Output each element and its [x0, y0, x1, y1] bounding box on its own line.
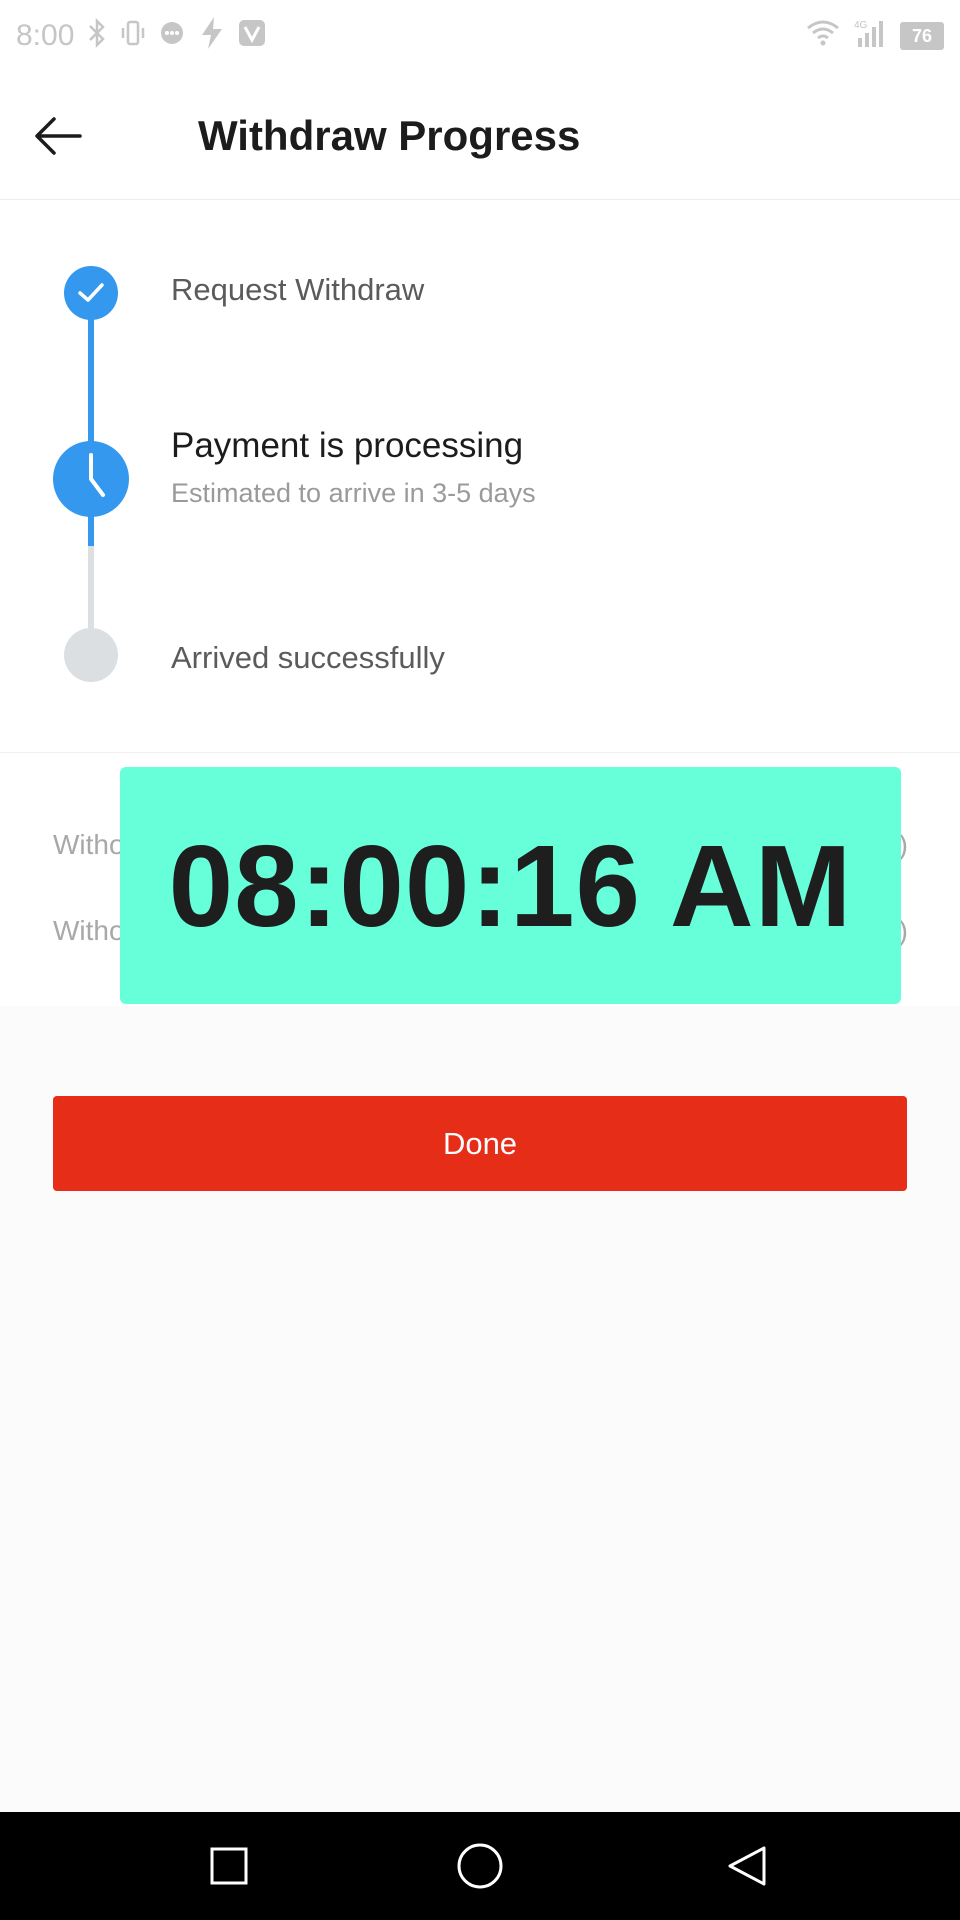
status-right: 4G 76	[806, 18, 944, 55]
network-label: 4G	[854, 20, 868, 31]
recents-button[interactable]	[193, 1830, 265, 1902]
chat-icon	[158, 19, 186, 54]
battery-icon: 76	[900, 22, 944, 50]
vibrate-icon	[120, 18, 146, 55]
wifi-icon	[806, 19, 840, 54]
nav-back-button[interactable]	[711, 1830, 783, 1902]
square-icon	[210, 1847, 248, 1885]
timestamp-overlay: 08:00:16 AM	[120, 767, 901, 1004]
v-badge-icon	[238, 19, 266, 54]
step-payment-processing: Payment is processing	[171, 426, 524, 465]
step-payment-estimate: Estimated to arrive in 3-5 days	[171, 478, 536, 508]
navigation-bar	[0, 1812, 960, 1920]
step-arrived-successfully: Arrived successfully	[171, 640, 445, 675]
home-button[interactable]	[444, 1830, 516, 1902]
app-bar: Withdraw Progress	[0, 72, 960, 200]
step-done-marker	[64, 266, 118, 320]
done-button[interactable]: Done	[53, 1096, 907, 1191]
step-current-marker	[53, 441, 129, 517]
flash-icon	[198, 16, 226, 57]
detail-label: Witho	[53, 829, 125, 860]
check-icon	[78, 283, 104, 302]
withdraw-progress-timeline: Request Withdraw Payment is processing E…	[0, 200, 960, 752]
bluetooth-icon	[86, 17, 108, 55]
signal-icon: 4G	[854, 18, 886, 55]
back-button[interactable]	[32, 110, 84, 162]
clock-icon	[89, 453, 105, 497]
status-bar: 8:00 4G 76	[0, 0, 960, 72]
circle-icon	[457, 1843, 503, 1889]
status-time: 8:00	[16, 19, 75, 52]
status-left: 8:00	[16, 16, 266, 57]
step-pending-marker	[64, 628, 118, 682]
detail-label: Witho	[53, 915, 125, 946]
step-request-withdraw: Request Withdraw	[171, 272, 425, 307]
triangle-back-icon	[728, 1846, 766, 1886]
screen: 8:00 4G 76 Withdraw Progress Request Wit…	[0, 0, 960, 1920]
page-title: Withdraw Progress	[198, 112, 581, 159]
arrow-left-icon	[35, 117, 82, 155]
